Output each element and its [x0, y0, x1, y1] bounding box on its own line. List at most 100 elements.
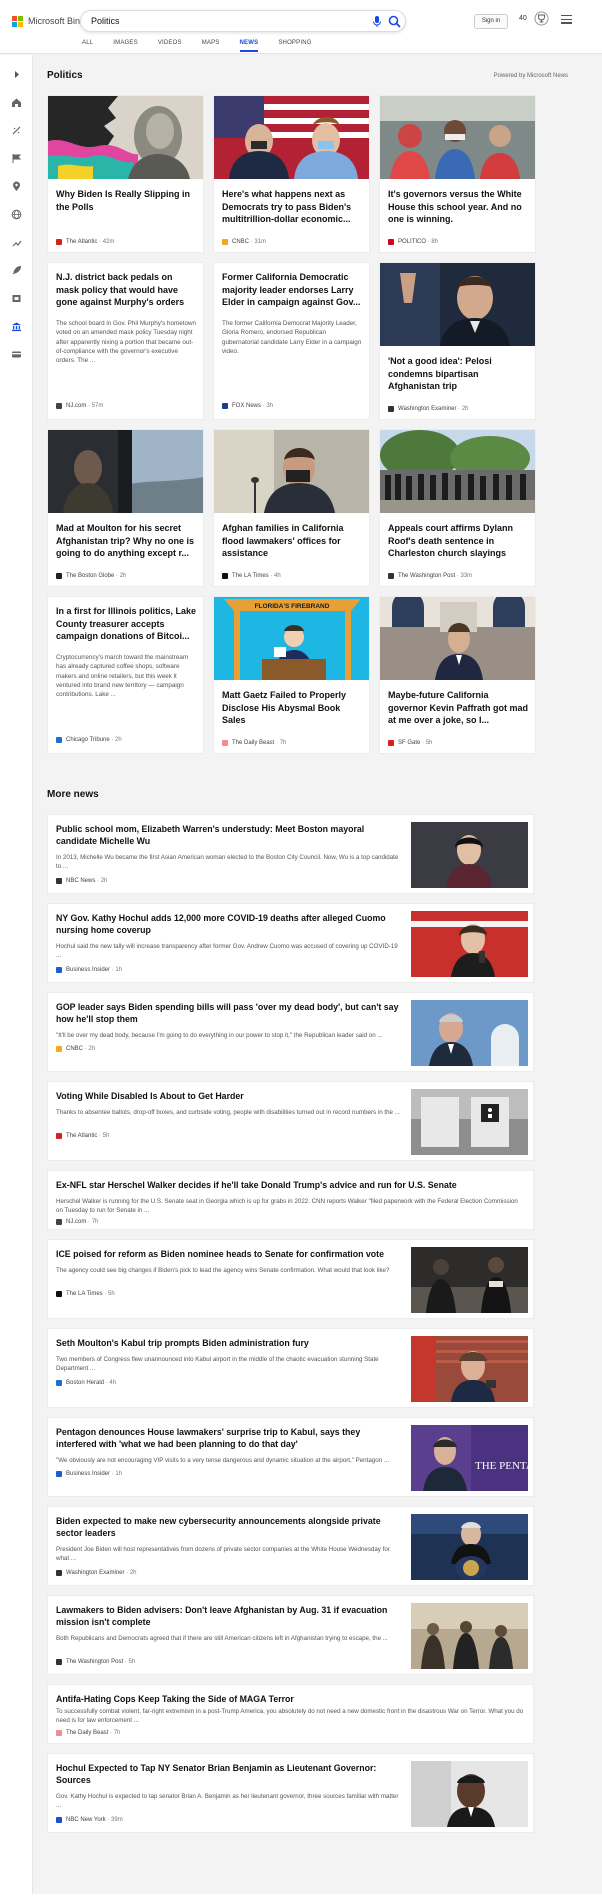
row-source[interactable]: Boston Herald · 4h [56, 1380, 116, 1386]
news-card[interactable]: FLORIDA'S FIREBRAND Matt Gaetz Failed to… [213, 596, 370, 754]
row-source[interactable]: Business Insider · 1h [56, 967, 122, 973]
search-icon[interactable] [388, 15, 401, 28]
card-source[interactable]: The Washington Post · 33m [388, 573, 472, 579]
news-card[interactable]: It's governors versus the White House th… [379, 95, 536, 253]
dollar-icon[interactable] [11, 237, 22, 248]
tab-shopping[interactable]: SHOPPING [278, 40, 311, 54]
sign-in-button[interactable]: Sign in [474, 14, 508, 29]
card-source[interactable]: POLITICO · 8h [388, 239, 438, 245]
washington-post-logo-icon [388, 573, 394, 579]
news-row[interactable]: Biden expected to make new cybersecurity… [47, 1506, 534, 1586]
row-source[interactable]: Business Insider · 1h [56, 1471, 122, 1477]
news-card[interactable]: Here's what happens next as Democrats tr… [213, 95, 370, 253]
card-title[interactable]: 'Not a good idea': Pelosi condemns bipar… [388, 355, 529, 393]
search-box[interactable]: Politics [80, 10, 406, 32]
card-source[interactable]: The Atlantic · 42m [56, 239, 114, 245]
news-row[interactable]: ICE poised for reform as Biden nominee h… [47, 1239, 534, 1319]
card-title[interactable]: Mad at Moulton for his secret Afghanista… [56, 522, 197, 560]
row-title[interactable]: Antifa-Hating Cops Keep Taking the Side … [56, 1693, 526, 1705]
tab-images[interactable]: IMAGES [113, 40, 138, 54]
card-title[interactable]: N.J. district back pedals on mask policy… [56, 271, 197, 309]
film-icon[interactable] [11, 293, 22, 304]
card-source[interactable]: CNBC · 31m [222, 239, 266, 245]
row-source[interactable]: The Daily Beast · 7h [56, 1730, 120, 1736]
home-icon[interactable] [11, 97, 22, 108]
search-input[interactable]: Politics [91, 16, 120, 26]
news-row[interactable]: Lawmakers to Biden advisers: Don't leave… [47, 1595, 534, 1675]
row-title[interactable]: Hochul Expected to Tap NY Senator Brian … [56, 1762, 401, 1786]
row-source[interactable]: The LA Times · 5h [56, 1291, 115, 1297]
news-card[interactable]: Afghan families in California flood lawm… [213, 429, 370, 587]
row-title[interactable]: GOP leader says Biden spending bills wil… [56, 1001, 401, 1025]
card-title[interactable]: Maybe-future California governor Kevin P… [388, 689, 529, 727]
card-title[interactable]: Afghan families in California flood lawm… [222, 522, 363, 560]
row-source[interactable]: NBC News · 2h [56, 878, 107, 884]
card-title[interactable]: Former California Democratic majority le… [222, 271, 363, 309]
flag-icon[interactable] [11, 153, 22, 164]
location-pin-icon[interactable] [11, 181, 22, 192]
medical-icon[interactable] [11, 125, 22, 136]
card-title[interactable]: It's governors versus the White House th… [388, 188, 529, 226]
news-row[interactable]: Seth Moulton's Kabul trip prompts Biden … [47, 1328, 534, 1408]
news-row[interactable]: Hochul Expected to Tap NY Senator Brian … [47, 1753, 534, 1833]
card-source[interactable]: The Boston Globe · 2h [56, 573, 126, 579]
card-title[interactable]: Matt Gaetz Failed to Properly Disclose H… [222, 689, 363, 727]
rewards-count[interactable]: 40 [519, 15, 527, 22]
bing-logo[interactable]: Microsoft Bing [12, 14, 85, 28]
card-source[interactable]: NJ.com · 57m [56, 403, 103, 409]
row-title[interactable]: Ex-NFL star Herschel Walker decides if h… [56, 1179, 526, 1191]
news-card[interactable]: In a first for Illinois politics, Lake C… [47, 596, 204, 754]
credit-card-icon[interactable] [11, 349, 22, 360]
row-source[interactable]: NJ.com · 7h [56, 1219, 98, 1225]
card-source[interactable]: Washington Examiner · 2h [388, 406, 469, 412]
row-title[interactable]: Public school mom, Elizabeth Warren's un… [56, 823, 401, 847]
card-title[interactable]: Appeals court affirms Dylann Roof's deat… [388, 522, 529, 560]
card-title[interactable]: Why Biden Is Really Slipping in the Poll… [56, 188, 197, 213]
row-title[interactable]: Voting While Disabled Is About to Get Ha… [56, 1090, 401, 1102]
card-title[interactable]: In a first for Illinois politics, Lake C… [56, 605, 197, 643]
globe-icon[interactable] [11, 209, 22, 220]
row-source[interactable]: NBC New York · 39m [56, 1817, 123, 1823]
news-row[interactable]: Ex-NFL star Herschel Walker decides if h… [47, 1170, 534, 1230]
hamburger-menu-icon[interactable] [561, 15, 572, 24]
row-source[interactable]: Washington Examiner · 2h [56, 1570, 137, 1576]
chevron-right-icon[interactable] [11, 69, 22, 80]
news-row[interactable]: GOP leader says Biden spending bills wil… [47, 992, 534, 1072]
row-source[interactable]: The Atlantic · 5h [56, 1133, 109, 1139]
news-card[interactable]: Why Biden Is Really Slipping in the Poll… [47, 95, 204, 253]
news-card[interactable]: Mad at Moulton for his secret Afghanista… [47, 429, 204, 587]
tab-maps[interactable]: MAPS [202, 40, 220, 54]
card-title[interactable]: Here's what happens next as Democrats tr… [222, 188, 363, 226]
news-row[interactable]: Antifa-Hating Cops Keep Taking the Side … [47, 1684, 534, 1744]
news-card[interactable]: Former California Democratic majority le… [213, 262, 370, 420]
card-source[interactable]: The LA Times · 4h [222, 573, 281, 579]
microphone-icon[interactable] [371, 15, 383, 28]
card-source[interactable]: The Daily Beast · 7h [222, 740, 286, 746]
news-row[interactable]: NY Gov. Kathy Hochul adds 12,000 more CO… [47, 903, 534, 983]
news-row[interactable]: Voting While Disabled Is About to Get Ha… [47, 1081, 534, 1161]
news-card[interactable]: 'Not a good idea': Pelosi condemns bipar… [379, 262, 536, 420]
news-card[interactable]: Maybe-future California governor Kevin P… [379, 596, 536, 754]
cnbc-logo-icon [56, 1046, 62, 1052]
row-title[interactable]: Biden expected to make new cybersecurity… [56, 1515, 401, 1539]
tab-news[interactable]: NEWS [239, 40, 259, 54]
card-source[interactable]: FOX News · 3h [222, 403, 273, 409]
rewards-trophy-icon[interactable] [534, 11, 549, 26]
row-title[interactable]: NY Gov. Kathy Hochul adds 12,000 more CO… [56, 912, 401, 936]
row-title[interactable]: Seth Moulton's Kabul trip prompts Biden … [56, 1337, 401, 1349]
rocket-icon[interactable] [11, 265, 22, 276]
bank-icon[interactable] [11, 321, 22, 332]
row-title[interactable]: Pentagon denounces House lawmakers' surp… [56, 1426, 401, 1450]
row-title[interactable]: Lawmakers to Biden advisers: Don't leave… [56, 1604, 401, 1628]
card-source[interactable]: SF Gate · 5h [388, 740, 432, 746]
row-title[interactable]: ICE poised for reform as Biden nominee h… [56, 1248, 401, 1260]
news-card[interactable]: N.J. district back pedals on mask policy… [47, 262, 204, 420]
tab-videos[interactable]: VIDEOS [158, 40, 182, 54]
tab-all[interactable]: ALL [82, 40, 93, 54]
news-row[interactable]: Public school mom, Elizabeth Warren's un… [47, 814, 534, 894]
row-source[interactable]: CNBC · 2h [56, 1046, 95, 1052]
card-source[interactable]: Chicago Tribune · 2h [56, 737, 122, 743]
news-row[interactable]: Pentagon denounces House lawmakers' surp… [47, 1417, 534, 1497]
row-source[interactable]: The Washington Post · 5h [56, 1659, 135, 1665]
news-card[interactable]: Appeals court affirms Dylann Roof's deat… [379, 429, 536, 587]
